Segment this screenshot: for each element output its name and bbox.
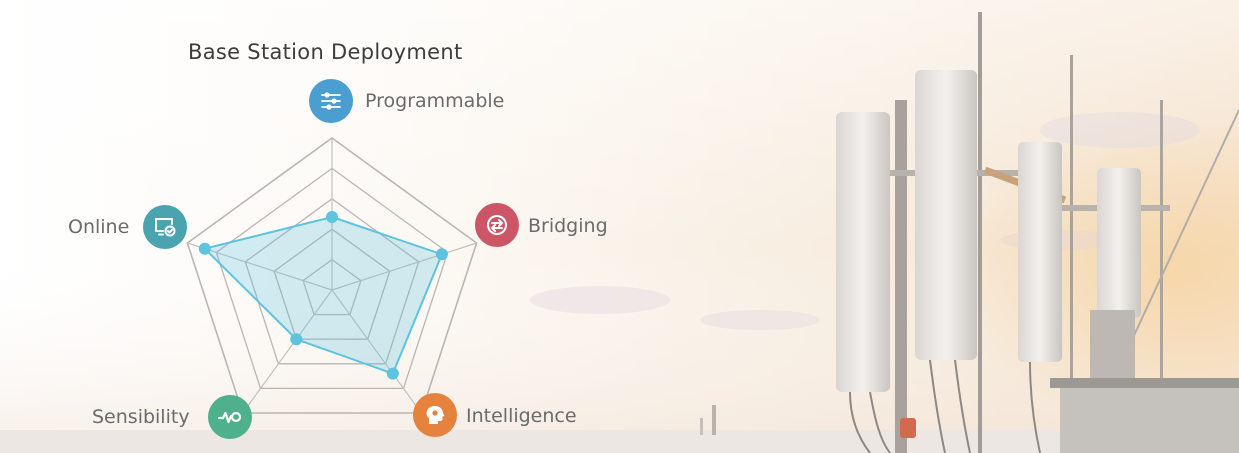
banner: Base Station Deployment Programmable Bri… bbox=[0, 0, 1239, 453]
circuit-nodes-icon bbox=[309, 79, 353, 123]
data-point-online bbox=[198, 242, 211, 255]
series-area bbox=[202, 215, 444, 375]
pulse-wave-icon bbox=[208, 395, 252, 439]
monitor-check-icon bbox=[143, 205, 187, 249]
data-point-bridging bbox=[435, 248, 448, 261]
chart-title: Base Station Deployment bbox=[188, 40, 463, 64]
data-point-intelligence bbox=[386, 367, 399, 380]
radar-series bbox=[198, 211, 448, 380]
swap-arrows-icon bbox=[475, 203, 519, 247]
head-brain-icon bbox=[413, 393, 457, 437]
axis-label-programmable: Programmable bbox=[365, 90, 505, 112]
axis-label-bridging: Bridging bbox=[528, 215, 608, 237]
data-point-programmable bbox=[326, 211, 338, 223]
axis-label-sensibility: Sensibility bbox=[92, 406, 190, 428]
axis-label-intelligence: Intelligence bbox=[466, 405, 577, 427]
axis-label-online: Online bbox=[68, 216, 130, 238]
data-point-sensibility bbox=[290, 333, 303, 346]
